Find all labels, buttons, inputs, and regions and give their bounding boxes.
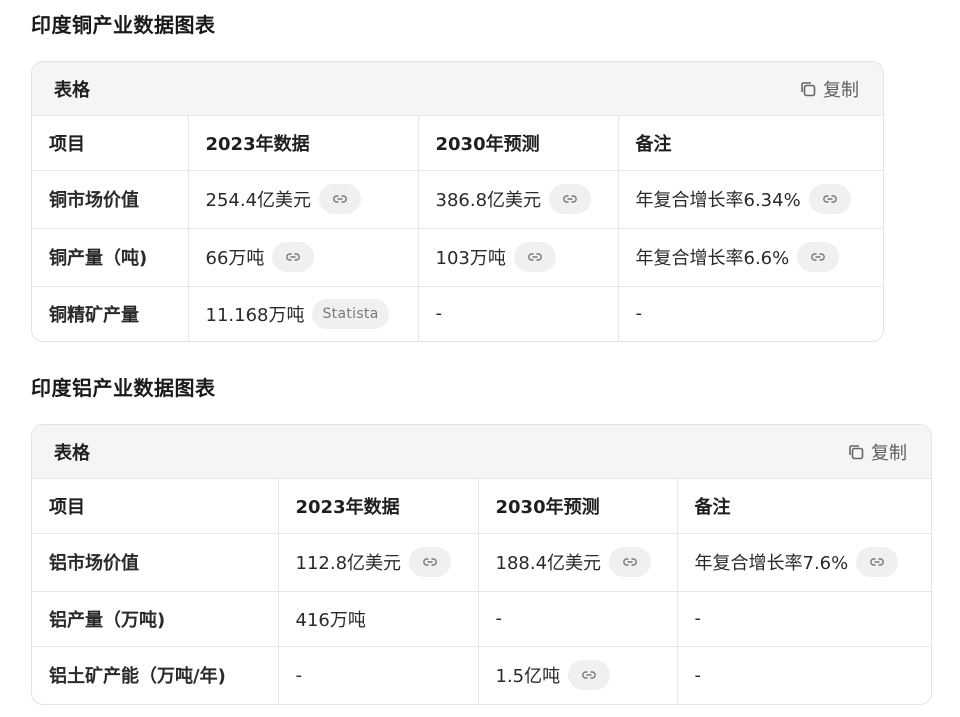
citation-link[interactable] bbox=[549, 184, 592, 214]
cell-value: 年复合增长率7.6% bbox=[694, 553, 849, 574]
table-header-row: 项目 2023年数据 2030年预测 备注 bbox=[32, 116, 883, 171]
table-row: 铜产量（吨) 66万吨 103万吨 年复合增长率6.6% bbox=[32, 228, 883, 287]
table-cell: - bbox=[677, 591, 931, 647]
cell-value: 112.8亿美元 bbox=[295, 553, 402, 574]
column-header: 2023年数据 bbox=[188, 116, 419, 171]
aluminum-copy-button[interactable]: 复制 bbox=[847, 439, 907, 465]
table-cell: 年复合增长率7.6% bbox=[677, 533, 931, 592]
cell-value: 年复合增长率6.6% bbox=[635, 248, 790, 269]
column-header: 2023年数据 bbox=[278, 479, 479, 534]
table-cell: 254.4亿美元 bbox=[188, 170, 419, 229]
table-cell: 11.168万吨 Statista bbox=[188, 286, 419, 341]
aluminum-table-title: 表格 bbox=[54, 442, 90, 464]
table-cell: 年复合增长率6.6% bbox=[618, 228, 883, 287]
table-cell: 386.8亿美元 bbox=[418, 170, 619, 229]
copy-icon bbox=[801, 81, 816, 96]
copy-icon bbox=[849, 444, 864, 459]
link-icon bbox=[582, 671, 596, 679]
column-header: 项目 bbox=[32, 116, 189, 171]
column-header: 2030年预测 bbox=[478, 479, 678, 534]
cell-value: 188.4亿美元 bbox=[495, 553, 602, 574]
table-cell: 103万吨 bbox=[418, 228, 619, 287]
row-label: 铝产量（万吨) bbox=[32, 591, 279, 647]
citation-link[interactable] bbox=[513, 242, 556, 272]
link-icon bbox=[811, 253, 826, 261]
column-header: 2030年预测 bbox=[418, 116, 619, 171]
aluminum-table-card: 表格 复制 项目 2023年数据 2030年预测 备注 铝市场价值 112.8亿… bbox=[31, 424, 932, 705]
table-cell: - bbox=[418, 286, 619, 341]
citation-link[interactable] bbox=[808, 184, 851, 214]
table-cell: 112.8亿美元 bbox=[278, 533, 479, 592]
link-icon bbox=[870, 558, 885, 566]
cell-value: 254.4亿美元 bbox=[205, 190, 312, 211]
copper-table: 项目 2023年数据 2030年预测 备注 铜市场价值 254.4亿美元 386… bbox=[32, 116, 883, 341]
citation-link[interactable] bbox=[409, 547, 452, 577]
table-cell: 188.4亿美元 bbox=[478, 533, 678, 592]
table-cell: - bbox=[478, 591, 678, 647]
aluminum-copy-label: 复制 bbox=[871, 442, 907, 464]
copper-table-title: 表格 bbox=[54, 79, 90, 101]
copper-copy-button[interactable]: 复制 bbox=[799, 76, 859, 102]
table-cell: 年复合增长率6.34% bbox=[618, 170, 883, 229]
row-label: 铝土矿产能（万吨/年) bbox=[32, 646, 279, 704]
table-row: 铝产量（万吨) 416万吨 - - bbox=[32, 591, 931, 647]
link-icon bbox=[822, 195, 837, 203]
table-row: 铜精矿产量 11.168万吨 Statista - - bbox=[32, 286, 883, 341]
row-label: 铜精矿产量 bbox=[32, 286, 189, 341]
copper-table-card: 表格 复制 项目 2023年数据 2030年预测 备注 铜市场价值 254.4亿… bbox=[31, 61, 884, 342]
link-icon bbox=[286, 253, 301, 261]
table-cell: 416万吨 bbox=[278, 591, 479, 647]
cell-value: 386.8亿美元 bbox=[435, 190, 542, 211]
citation-link[interactable] bbox=[272, 242, 315, 272]
table-row: 铜市场价值 254.4亿美元 386.8亿美元 年复合增长率6.34% bbox=[32, 170, 883, 229]
table-row: 铝市场价值 112.8亿美元 188.4亿美元 年复合增长率7.6% bbox=[32, 533, 931, 592]
citation-link[interactable] bbox=[568, 660, 611, 691]
column-header: 项目 bbox=[32, 479, 279, 534]
cell-value: 11.168万吨 bbox=[205, 304, 305, 326]
table-row: 铝土矿产能（万吨/年) - 1.5亿吨 - bbox=[32, 646, 931, 704]
cell-value: 103万吨 bbox=[435, 248, 506, 269]
citation-link[interactable] bbox=[609, 547, 652, 577]
table-cell: 1.5亿吨 bbox=[478, 646, 678, 704]
copper-table-header: 表格 复制 bbox=[32, 62, 883, 116]
cell-value: 1.5亿吨 bbox=[495, 666, 561, 688]
citation-link[interactable] bbox=[319, 184, 362, 214]
table-cell: 66万吨 bbox=[188, 228, 419, 287]
row-label: 铜产量（吨) bbox=[32, 228, 189, 287]
link-icon bbox=[333, 195, 347, 203]
source-chip-statista[interactable]: Statista bbox=[312, 298, 389, 329]
column-header: 备注 bbox=[677, 479, 931, 534]
table-cell: - bbox=[635, 303, 643, 325]
citation-link[interactable] bbox=[856, 547, 899, 577]
copper-copy-label: 复制 bbox=[823, 79, 859, 101]
row-label: 铝市场价值 bbox=[32, 533, 279, 592]
link-icon bbox=[528, 253, 542, 261]
copper-section-title: 印度铜产业数据图表 bbox=[31, 13, 216, 37]
aluminum-table: 项目 2023年数据 2030年预测 备注 铝市场价值 112.8亿美元 188… bbox=[32, 479, 931, 704]
aluminum-table-header: 表格 复制 bbox=[32, 425, 931, 479]
aluminum-section-title: 印度铝产业数据图表 bbox=[31, 376, 216, 400]
citation-link[interactable] bbox=[797, 242, 840, 272]
table-header-row: 项目 2023年数据 2030年预测 备注 bbox=[32, 479, 931, 534]
row-label: 铜市场价值 bbox=[32, 170, 189, 229]
cell-value: 66万吨 bbox=[205, 248, 265, 269]
column-header: 备注 bbox=[618, 116, 883, 171]
table-cell: - bbox=[278, 646, 479, 704]
table-cell: - bbox=[694, 664, 702, 686]
link-icon bbox=[563, 195, 577, 203]
cell-value: 年复合增长率6.34% bbox=[635, 190, 801, 211]
link-icon bbox=[423, 558, 437, 566]
link-icon bbox=[623, 558, 637, 566]
